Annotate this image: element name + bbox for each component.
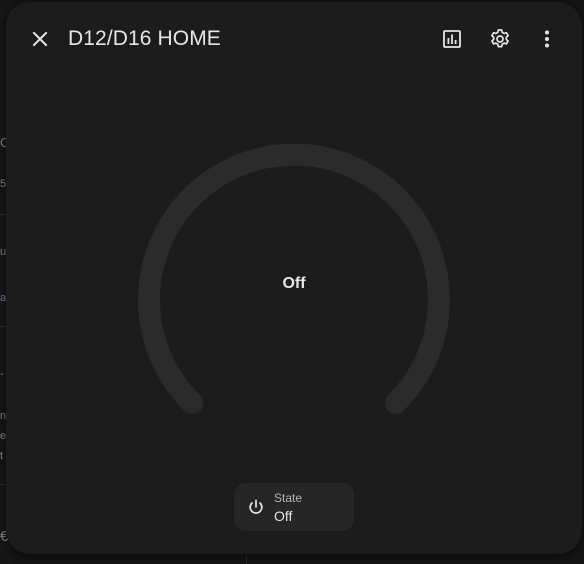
state-chip[interactable]: State Off: [234, 483, 354, 531]
background-fragment: t: [0, 450, 4, 462]
more-menu-button[interactable]: [527, 19, 567, 59]
gauge-value: Off: [282, 275, 306, 292]
history-button[interactable]: [432, 19, 472, 59]
dialog-title: D12/D16 HOME: [68, 27, 221, 50]
more-vertical-icon: [545, 30, 549, 48]
state-label: State: [274, 491, 303, 505]
state-gauge[interactable]: Off: [134, 140, 454, 430]
background-fragment: -: [0, 368, 4, 380]
history-icon: [443, 30, 461, 48]
power-icon: [249, 499, 263, 514]
state-value: Off: [274, 508, 293, 524]
settings-button[interactable]: [480, 19, 520, 59]
dialog-header: D12/D16 HOME: [6, 2, 582, 74]
close-button[interactable]: [20, 19, 60, 59]
gear-icon: [491, 29, 509, 48]
close-icon: [32, 31, 48, 47]
background-divider: [246, 554, 247, 564]
more-info-dialog: D12/D16 HOME Off State Off: [6, 2, 582, 554]
